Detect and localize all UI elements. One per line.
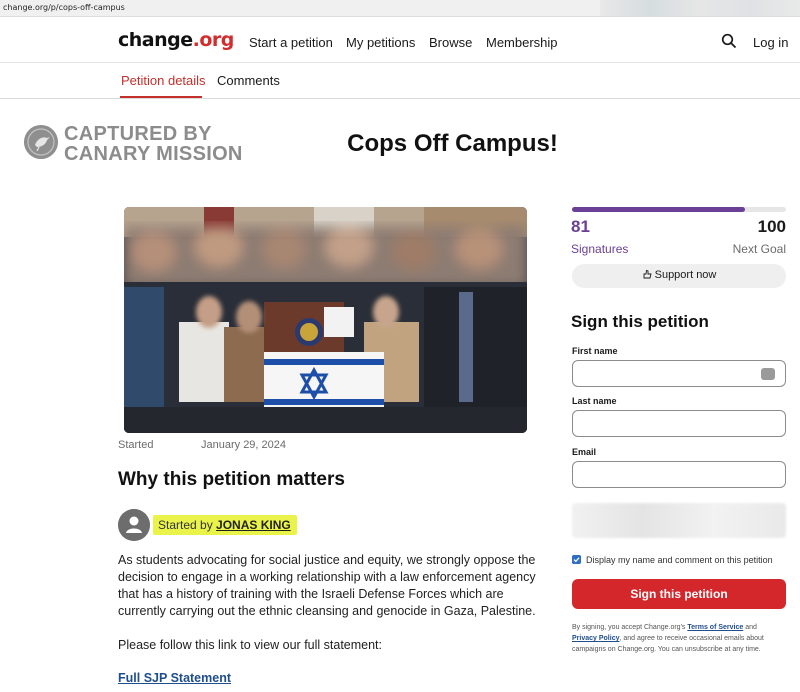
nav-membership[interactable]: Membership	[486, 35, 558, 50]
site-header: change.org Start a petition My petitions…	[0, 17, 800, 63]
started-by-prefix: Started by	[158, 518, 213, 532]
petition-photo	[124, 207, 527, 433]
login-link[interactable]: Log in	[753, 35, 788, 50]
tab-petition-details[interactable]: Petition details	[121, 73, 206, 88]
tab-comments[interactable]: Comments	[217, 73, 280, 88]
active-tab-indicator	[120, 96, 202, 98]
petition-title: Cops Off Campus!	[347, 130, 558, 157]
first-name-label: First name	[572, 346, 618, 356]
nav-browse[interactable]: Browse	[429, 35, 472, 50]
follow-text: Please follow this link to view our full…	[118, 638, 383, 652]
canary-mission-watermark: CAPTURED BY CANARY MISSION	[24, 123, 264, 167]
legal-and: and	[745, 624, 757, 631]
display-name-checkbox-label[interactable]: Display my name and comment on this peti…	[586, 555, 773, 565]
browser-url[interactable]: change.org/p/cops-off-campus	[3, 3, 125, 12]
display-name-checkbox[interactable]	[572, 555, 581, 564]
privacy-policy-link[interactable]: Privacy Policy	[572, 635, 619, 642]
signatures-label: Signatures	[571, 242, 629, 256]
signature-progress-bar	[572, 207, 786, 212]
email-label: Email	[572, 447, 597, 457]
why-heading: Why this petition matters	[118, 469, 345, 490]
petition-body: As students advocating for social justic…	[118, 553, 536, 618]
blurred-region	[572, 503, 786, 538]
last-name-field[interactable]	[572, 410, 786, 437]
sign-petition-button[interactable]: Sign this petition	[572, 579, 786, 609]
support-hand-icon	[643, 269, 652, 279]
started-date: January 29, 2024	[201, 439, 287, 451]
full-statement-link[interactable]: Full SJP Statement	[118, 671, 231, 685]
goal-count: 100	[757, 217, 786, 236]
watermark-line-1: CAPTURED BY	[64, 123, 212, 145]
signature-count: 81	[571, 217, 590, 236]
legal-text: By signing, you accept Change.org's Term…	[572, 622, 786, 655]
signature-progress-fill	[572, 207, 746, 212]
support-now-label: Support now	[654, 269, 717, 281]
canary-bird-icon	[24, 125, 58, 159]
petition-tabs: Petition details Comments	[0, 63, 800, 99]
search-icon[interactable]	[721, 33, 737, 49]
author-link[interactable]: JONAS KING	[216, 518, 291, 532]
support-now-button[interactable]: Support now	[572, 264, 786, 288]
email-field[interactable]	[572, 461, 786, 488]
blurred-toolbar	[600, 0, 800, 16]
sign-form-heading: Sign this petition	[571, 312, 709, 331]
last-name-label: Last name	[572, 396, 617, 406]
browser-url-bar[interactable]: change.org/p/cops-off-campus	[0, 0, 800, 17]
nav-start-petition[interactable]: Start a petition	[249, 35, 333, 50]
next-goal-label: Next Goal	[732, 242, 786, 256]
autofill-icon[interactable]	[761, 368, 775, 380]
user-avatar-icon[interactable]	[118, 509, 150, 541]
started-label: Started	[118, 439, 154, 451]
terms-of-service-link[interactable]: Terms of Service	[687, 624, 743, 631]
first-name-field[interactable]	[572, 360, 786, 387]
change-org-logo[interactable]: change.org	[118, 29, 234, 51]
watermark-line-2: CANARY MISSION	[64, 143, 243, 165]
legal-prefix: By signing, you accept Change.org's	[572, 624, 686, 631]
nav-my-petitions[interactable]: My petitions	[346, 35, 415, 50]
started-by-tag: Started by JONAS KING	[153, 515, 297, 535]
